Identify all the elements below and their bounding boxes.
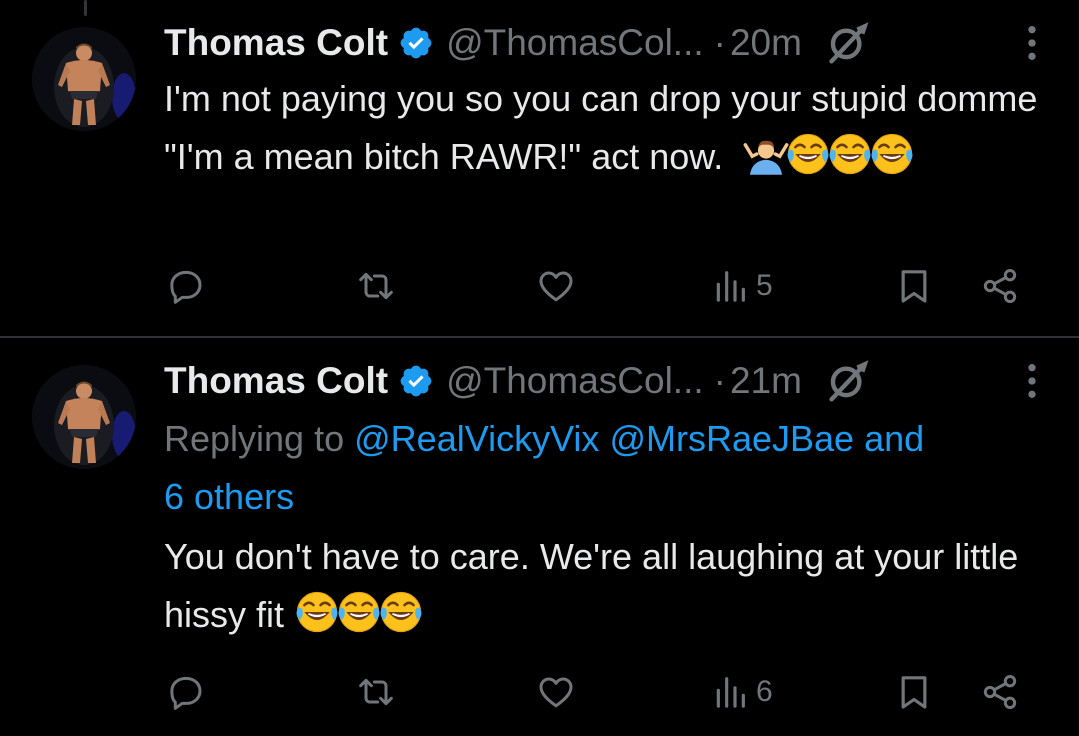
verified-badge-icon [398, 363, 434, 399]
separator-dot: · [713, 22, 726, 63]
mention-link[interactable]: @RealVickyVix [354, 418, 599, 459]
verified-badge-icon [398, 25, 434, 61]
timestamp[interactable]: 21m [730, 360, 802, 402]
more-icon[interactable] [1025, 361, 1039, 401]
person-shrugging-emoji [743, 131, 789, 177]
views-count: 6 [756, 675, 773, 708]
reply-icon [166, 266, 206, 306]
tweet-text: I'm not paying you so you can drop your … [164, 70, 1039, 186]
action-bar: 6 [164, 670, 1043, 714]
avatar[interactable] [32, 27, 136, 131]
bookmark-icon [894, 266, 934, 306]
tweet-header: Thomas Colt @ThomasCol... · 20m [164, 16, 1049, 70]
bookmark-button[interactable] [894, 264, 934, 308]
joy-emoji [869, 131, 915, 177]
grok-icon[interactable] [826, 359, 870, 403]
joy-emoji [294, 589, 340, 635]
like-icon [536, 672, 576, 712]
and-text[interactable]: and [864, 418, 924, 459]
repost-icon [356, 672, 396, 712]
joy-emoji [785, 131, 831, 177]
tweet-text-content: You don't have to care. We're all laughi… [164, 536, 1019, 635]
share-button[interactable] [980, 670, 1020, 714]
joy-emoji [336, 589, 382, 635]
timestamp[interactable]: 20m [730, 22, 802, 64]
author-name[interactable]: Thomas Colt [164, 360, 388, 402]
more-icon[interactable] [1025, 23, 1039, 63]
like-button[interactable] [536, 670, 576, 714]
action-bar: 5 [164, 264, 1043, 308]
replying-to: Replying to @RealVickyVix @MrsRaeJBae an… [164, 410, 1049, 526]
tweet-text: You don't have to care. We're all laughi… [164, 528, 1039, 644]
tweet-header: Thomas Colt @ThomasCol... · 21m [164, 354, 1049, 408]
replying-prefix: Replying to [164, 418, 345, 459]
like-icon [536, 266, 576, 306]
grok-icon[interactable] [826, 21, 870, 65]
tweet[interactable]: Thomas Colt @ThomasCol... · 20m I'm not … [0, 0, 1079, 337]
repost-button[interactable] [356, 670, 396, 714]
views-icon [710, 266, 750, 306]
author-handle[interactable]: @ThomasCol... [446, 360, 704, 402]
avatar[interactable] [32, 365, 136, 469]
share-button[interactable] [980, 264, 1020, 308]
joy-emoji [378, 589, 424, 635]
share-icon [980, 266, 1020, 306]
bookmark-icon [894, 672, 934, 712]
reply-icon [166, 672, 206, 712]
repost-button[interactable] [356, 264, 396, 308]
author-handle[interactable]: @ThomasCol... [446, 22, 704, 64]
repost-icon [356, 266, 396, 306]
like-button[interactable] [536, 264, 576, 308]
views-button[interactable]: 5 [710, 264, 773, 308]
reply-button[interactable] [166, 670, 206, 714]
views-count: 5 [756, 269, 773, 302]
others-link[interactable]: 6 others [164, 476, 294, 517]
share-icon [980, 672, 1020, 712]
views-icon [710, 672, 750, 712]
separator-dot: · [713, 360, 726, 401]
author-name[interactable]: Thomas Colt [164, 22, 388, 64]
joy-emoji [827, 131, 873, 177]
mention-link[interactable]: @MrsRaeJBae [609, 418, 854, 459]
tweet[interactable]: Thomas Colt @ThomasCol... · 21m Replying… [0, 338, 1079, 736]
views-button[interactable]: 6 [710, 670, 773, 714]
bookmark-button[interactable] [894, 670, 934, 714]
reply-button[interactable] [166, 264, 206, 308]
